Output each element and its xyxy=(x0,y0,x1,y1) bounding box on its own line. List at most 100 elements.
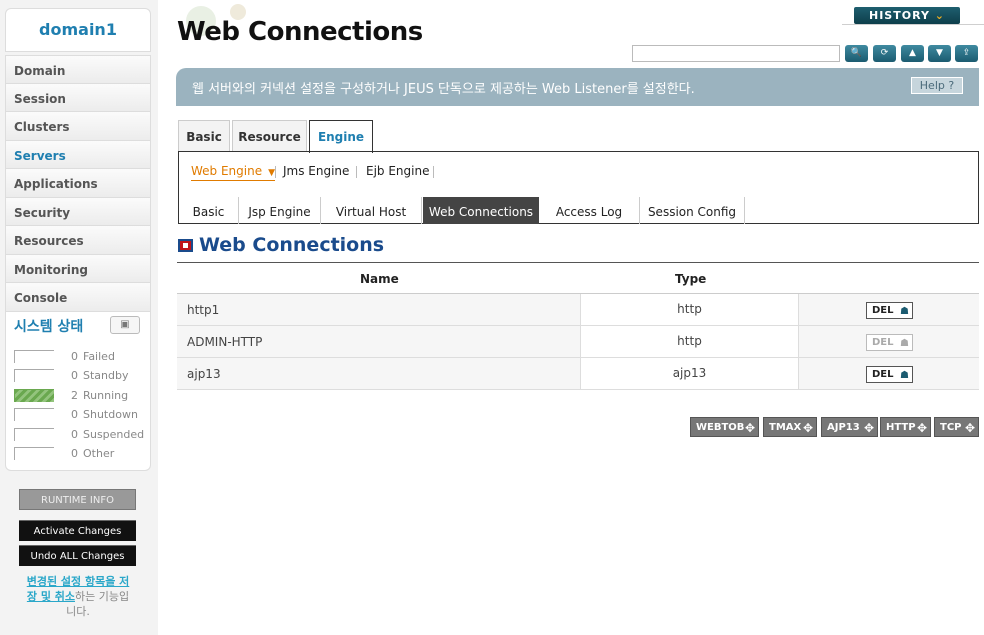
help-button[interactable]: Help ? xyxy=(911,77,963,94)
delete-button[interactable]: DEL ☗ xyxy=(866,302,913,319)
status-bar xyxy=(14,447,54,460)
action-cell: DEL ☗ xyxy=(799,358,979,389)
status-count: 0 xyxy=(71,369,78,382)
sidebar-item-clusters[interactable]: Clusters xyxy=(5,112,151,141)
status-count: 0 xyxy=(71,428,78,441)
caret-down-icon: ▼ xyxy=(268,168,276,178)
page-title: Web Connections xyxy=(177,17,423,47)
add-button-label: WEBTOB xyxy=(696,422,745,433)
add-http-button[interactable]: HTTP ✥ xyxy=(880,417,931,437)
tab-resource[interactable]: Resource xyxy=(232,120,307,152)
add-button-label: TCP xyxy=(940,422,962,433)
status-count: 0 xyxy=(71,408,78,421)
main-content: Web Connections HISTORY ⌄ 🔍 ⟳ ▲ ▼ ⇪ 웹 서버… xyxy=(158,0,984,635)
table-row[interactable]: ajp13 ajp13 DEL ☗ xyxy=(177,358,979,390)
status-label: Suspended xyxy=(83,428,145,441)
add-tcp-button[interactable]: TCP ✥ xyxy=(934,417,979,437)
xml-down-icon[interactable]: ▼ xyxy=(928,45,951,62)
add-icon: ✥ xyxy=(916,421,927,435)
chevron-down-icon: ⌄ xyxy=(934,9,945,22)
add-button-label: HTTP xyxy=(886,422,916,433)
subtab-basic[interactable]: Basic xyxy=(179,197,239,224)
subtab-jsp-engine[interactable]: Jsp Engine xyxy=(239,197,321,224)
runtime-info-button[interactable]: RUNTIME INFO xyxy=(19,489,136,510)
connection-name[interactable]: ADMIN-HTTP xyxy=(177,326,581,357)
connection-name[interactable]: http1 xyxy=(177,294,581,325)
tab-web-engine-label: Web Engine xyxy=(191,164,263,178)
section-title: Web Connections xyxy=(199,234,385,256)
add-icon: ✥ xyxy=(802,421,813,435)
subtab-web-connections[interactable]: Web Connections xyxy=(423,197,539,224)
connection-type: http xyxy=(581,294,799,325)
export-icon[interactable]: ⇪ xyxy=(955,45,978,62)
status-row-other: 0 Other xyxy=(14,447,146,461)
status-count: 0 xyxy=(71,447,78,460)
help-label: Help xyxy=(919,79,945,92)
table-row[interactable]: http1 http DEL ☗ xyxy=(177,294,979,326)
status-toggle-icon[interactable]: ▣ xyxy=(110,316,140,334)
delete-icon: ☗ xyxy=(900,306,909,317)
search-icon[interactable]: 🔍 xyxy=(845,45,868,62)
status-label: Standby xyxy=(83,369,129,382)
delete-icon: ☗ xyxy=(900,370,909,381)
add-webtob-button[interactable]: WEBTOB ✥ xyxy=(690,417,759,437)
table-row[interactable]: ADMIN-HTTP http DEL ☗ xyxy=(177,326,979,358)
add-button-label: TMAX xyxy=(769,422,802,433)
status-row-suspended: 0 Suspended xyxy=(14,428,146,442)
history-label: HISTORY xyxy=(869,9,930,22)
subtab-session-config[interactable]: Session Config xyxy=(640,197,745,224)
tab-ejb-engine[interactable]: Ejb Engine xyxy=(366,164,429,178)
tab-jms-engine[interactable]: Jms Engine xyxy=(283,164,349,178)
sidebar: domain1 Domain Session Clusters Servers … xyxy=(0,0,158,635)
search-input[interactable] xyxy=(632,45,840,62)
refresh-icon[interactable]: ⟳ xyxy=(873,45,896,62)
sidebar-item-console[interactable]: Console xyxy=(5,283,151,312)
subtab-access-log[interactable]: Access Log xyxy=(539,197,640,224)
history-button[interactable]: HISTORY ⌄ xyxy=(854,7,960,24)
status-bar xyxy=(14,389,54,402)
action-cell: DEL ☗ xyxy=(799,326,979,357)
tab-basic[interactable]: Basic xyxy=(178,120,230,152)
activate-changes-button[interactable]: Activate Changes xyxy=(19,520,136,541)
sidebar-item-monitoring[interactable]: Monitoring xyxy=(5,254,151,283)
table-header: Name Type xyxy=(177,262,979,294)
sidebar-item-resources[interactable]: Resources xyxy=(5,226,151,255)
undo-all-changes-button[interactable]: Undo ALL Changes xyxy=(19,545,136,566)
changes-note-text: 하는 기능입니다. xyxy=(66,590,130,618)
delete-button-disabled: DEL ☗ xyxy=(866,334,913,351)
status-row-shutdown: 0 Shutdown xyxy=(14,408,146,422)
status-row-failed: 0 Failed xyxy=(14,350,146,364)
delete-label: DEL xyxy=(872,369,894,380)
action-cell: DEL ☗ xyxy=(799,294,979,325)
question-icon: ? xyxy=(948,79,955,92)
status-label: Other xyxy=(83,447,115,460)
tab-engine[interactable]: Engine xyxy=(309,120,373,153)
add-ajp13-button[interactable]: AJP13 ✥ xyxy=(821,417,878,437)
subtab-virtual-host[interactable]: Virtual Host xyxy=(321,197,422,224)
sidebar-nav: Domain Session Clusters Servers Applicat… xyxy=(5,55,151,312)
status-count: 0 xyxy=(71,350,78,363)
delete-label: DEL xyxy=(872,305,894,316)
connections-table: Name Type http1 http DEL ☗ ADMIN-HTTP htt… xyxy=(177,262,979,390)
add-icon: ✥ xyxy=(863,421,874,435)
connection-name[interactable]: ajp13 xyxy=(177,358,581,389)
status-label: Shutdown xyxy=(83,408,138,421)
sidebar-item-applications[interactable]: Applications xyxy=(5,169,151,198)
column-header-type: Type xyxy=(675,272,707,286)
divider xyxy=(842,24,984,25)
status-label: Running xyxy=(83,389,129,402)
sidebar-item-servers[interactable]: Servers xyxy=(5,140,151,169)
xml-up-icon[interactable]: ▲ xyxy=(901,45,924,62)
system-status-panel: 시스템 상태 ▣ 0 Failed 0 Standby 2 Running 0 Shut… xyxy=(5,311,151,471)
delete-button[interactable]: DEL ☗ xyxy=(866,366,913,383)
divider xyxy=(275,166,276,178)
domain-name[interactable]: domain1 xyxy=(5,8,151,52)
tab-web-engine[interactable]: Web Engine ▼ xyxy=(191,164,276,181)
sidebar-item-domain[interactable]: Domain xyxy=(5,55,151,84)
sidebar-item-security[interactable]: Security xyxy=(5,197,151,226)
connection-type: http xyxy=(581,326,799,357)
sidebar-item-session[interactable]: Session xyxy=(5,83,151,112)
add-icon: ✥ xyxy=(744,421,755,435)
system-status-title: 시스템 상태 xyxy=(14,319,84,335)
add-tmax-button[interactable]: TMAX ✥ xyxy=(763,417,817,437)
